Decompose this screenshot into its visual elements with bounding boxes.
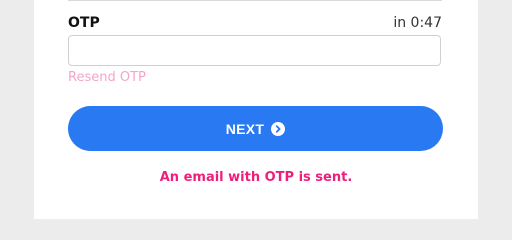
next-button[interactable]: NEXT bbox=[68, 106, 443, 151]
resend-otp-link[interactable]: Resend OTP bbox=[68, 70, 146, 86]
otp-sent-status-message: An email with OTP is sent. bbox=[159, 170, 353, 185]
otp-input[interactable] bbox=[68, 35, 441, 66]
otp-label: OTP bbox=[68, 15, 100, 31]
top-divider bbox=[68, 0, 442, 1]
arrow-circle-right-icon bbox=[271, 121, 286, 136]
otp-countdown-timer: in 0:47 bbox=[393, 15, 442, 31]
next-button-label: NEXT bbox=[225, 120, 265, 137]
